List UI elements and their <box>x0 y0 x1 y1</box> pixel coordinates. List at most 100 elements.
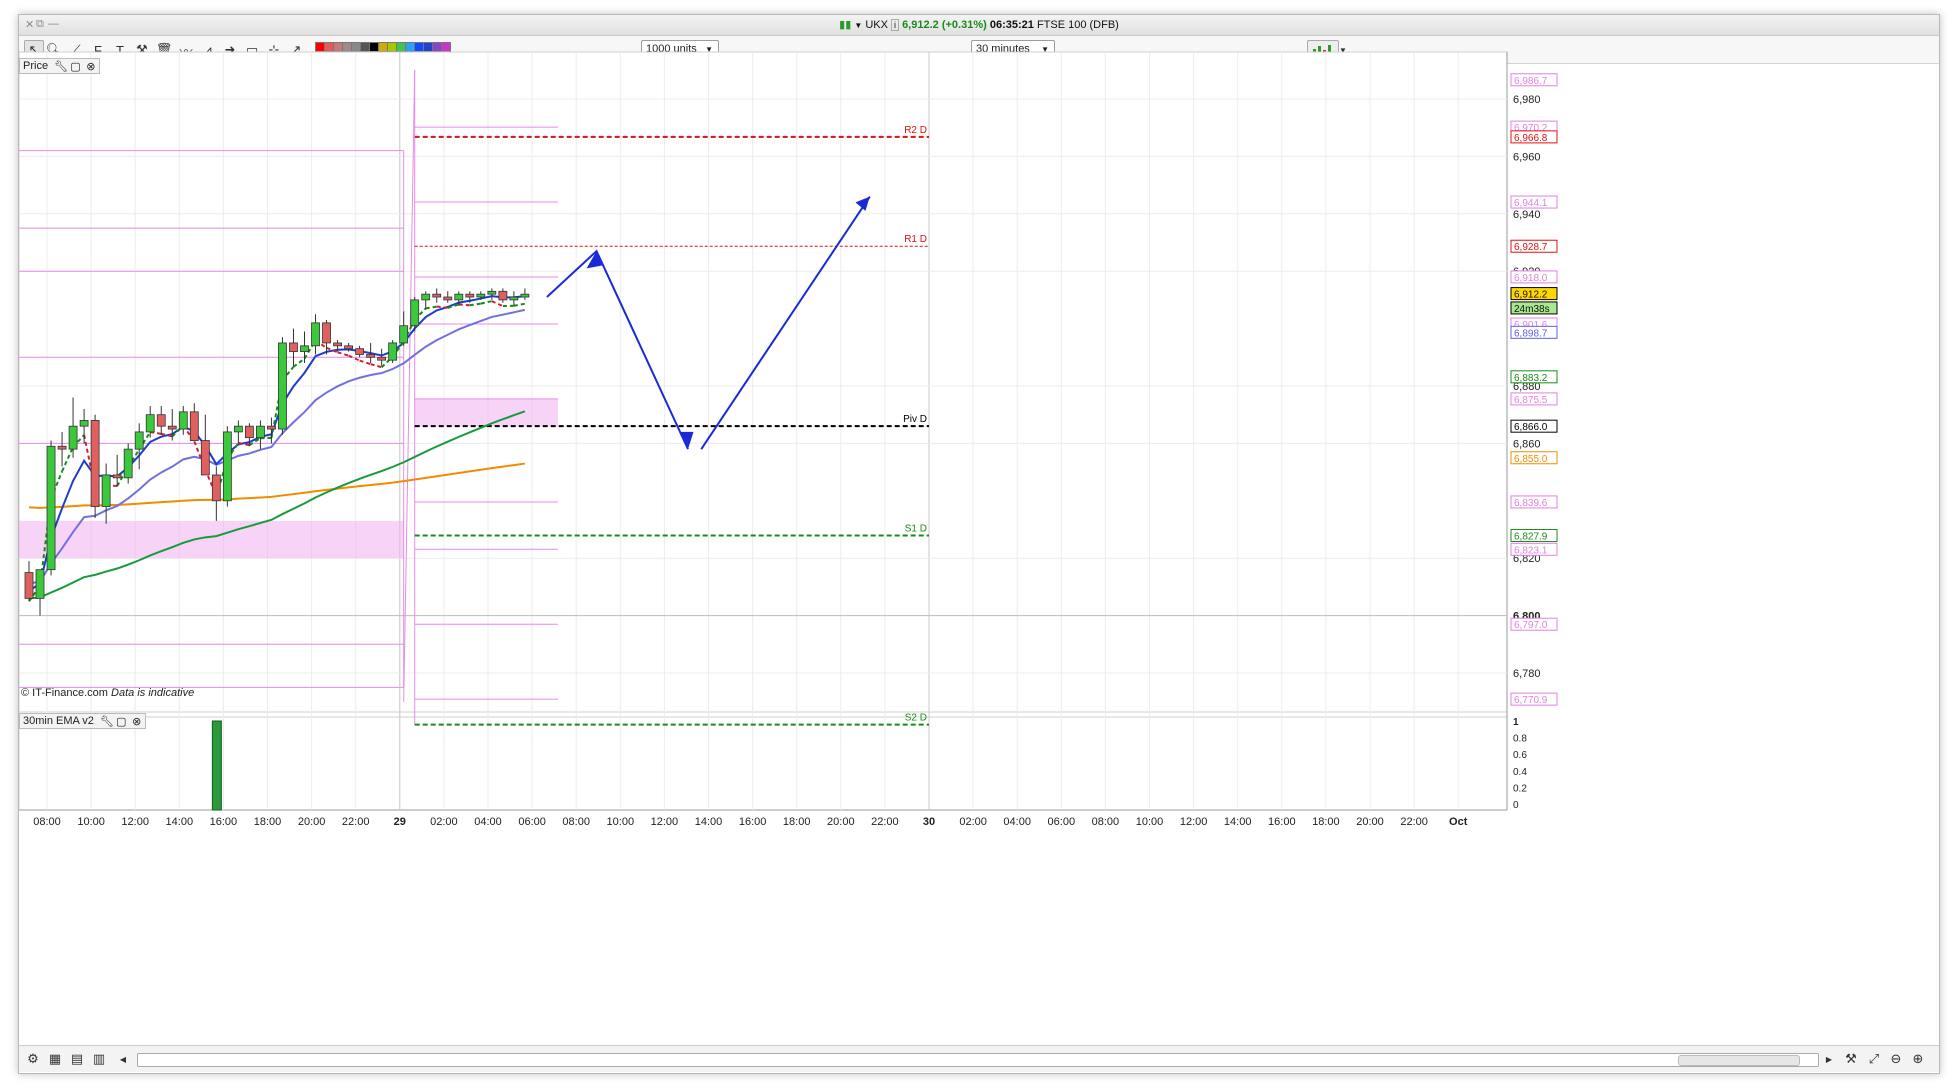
x-tick-label: 20:00 <box>1356 816 1384 828</box>
indicator-tick-label: 0.2 <box>1513 783 1527 794</box>
zoom-in-icon[interactable]: ⊕ <box>1908 1049 1928 1069</box>
candle-body <box>421 293 431 301</box>
copyright: © IT-Finance.com <box>21 687 108 699</box>
price-panel-name: Price <box>23 60 49 72</box>
candle-body <box>156 414 166 427</box>
x-tick-label: 18:00 <box>1312 816 1340 828</box>
close-icon[interactable]: ⊗ <box>86 60 96 73</box>
candle-body <box>465 293 475 298</box>
x-tick-label: 04:00 <box>1003 816 1031 828</box>
scroll-right-icon[interactable]: ▶ <box>1819 1049 1839 1069</box>
indicators-icon[interactable]: ▥ <box>89 1049 109 1069</box>
horizontal-scrollbar[interactable] <box>137 1053 1819 1067</box>
candle-body <box>443 296 453 301</box>
close-icon[interactable]: ⊗ <box>132 715 142 728</box>
candle-body <box>476 293 486 298</box>
x-tick-label: 22:00 <box>871 816 899 828</box>
axis-marker-label: 24m38s <box>1514 304 1550 315</box>
candle-body <box>498 290 508 301</box>
x-tick-label: 14:00 <box>695 816 723 828</box>
y-tick-label: 6,860 <box>1513 438 1541 450</box>
x-tick-label: 22:00 <box>342 816 370 828</box>
candle-body <box>355 348 365 355</box>
candle-body <box>134 431 144 450</box>
axis-marker-label: 6,898.7 <box>1514 328 1548 339</box>
scroll-left-icon[interactable]: ◀ <box>113 1049 133 1069</box>
x-tick-label: 02:00 <box>430 816 458 828</box>
candle-body <box>278 342 287 430</box>
price-panel-label[interactable]: Price 🔧︎ ▢ ⊗ <box>19 58 101 74</box>
candle-body <box>178 411 188 430</box>
pivot-label: Piv D <box>903 414 927 425</box>
x-tick-label: 08:00 <box>562 816 590 828</box>
candle-body <box>432 293 442 298</box>
axis-marker-label: 6,855.0 <box>1514 454 1548 465</box>
indicator-tick-label: 0.6 <box>1513 750 1527 761</box>
indicator-panel-label[interactable]: 30min EMA v2 🔧︎ ▢ ⊗ <box>19 713 147 729</box>
candle-body <box>509 296 519 301</box>
candle-body <box>46 445 56 571</box>
x-tick-label: Oct <box>1449 816 1468 828</box>
y-tick-label: 6,980 <box>1513 94 1541 106</box>
candle-body <box>311 322 320 347</box>
candle-body <box>344 345 353 350</box>
window-icon[interactable]: ▢ <box>116 715 126 728</box>
candle-body <box>366 354 376 358</box>
x-tick-label: 29 <box>394 816 406 828</box>
candle-body <box>35 569 45 599</box>
axis-marker-label: 6,827.9 <box>1514 532 1548 543</box>
wrench-icon[interactable]: 🔧︎ <box>54 60 68 73</box>
zoom-out-icon[interactable]: ⊖ <box>1886 1049 1906 1069</box>
candle-body <box>112 474 122 479</box>
candle-body <box>90 420 100 507</box>
axis-marker-label: 6,797.0 <box>1514 620 1548 631</box>
candle-body <box>454 293 464 301</box>
candle-body <box>24 572 34 599</box>
axis-marker-label: 6,823.1 <box>1514 545 1548 556</box>
candle-body <box>79 420 89 427</box>
candle-body <box>399 325 409 344</box>
candle-body <box>388 342 398 361</box>
chart-settings-icon[interactable]: ⚙ <box>23 1049 43 1069</box>
candle-body <box>101 474 111 507</box>
axis-marker-label: 6,944.1 <box>1514 198 1548 209</box>
x-tick-label: 22:00 <box>1400 816 1428 828</box>
template-icon[interactable]: ▤ <box>67 1049 87 1069</box>
pivot-label: R2 D <box>904 125 927 136</box>
scrollbar-thumb[interactable] <box>1678 1055 1800 1066</box>
candle-body <box>233 425 243 433</box>
x-tick-label: 16:00 <box>739 816 767 828</box>
pivot-label: R1 D <box>904 234 927 245</box>
indicator-tick-label: 0 <box>1513 800 1519 811</box>
bottom-bar: ⚙ ▦ ▤ ▥ ◀ ▶ ⚒ ⤢ ⊖ ⊕ <box>19 1045 1939 1072</box>
value-area-band <box>414 398 558 427</box>
axis-marker-label: 6,928.7 <box>1514 242 1548 253</box>
x-tick-label: 08:00 <box>33 816 61 828</box>
x-tick-label: 08:00 <box>1092 816 1120 828</box>
candle-body <box>222 431 232 502</box>
chart-canvas[interactable]: 08:00 10:00 12:00 14:00 16:00 18:00 20:00 22:00… <box>19 15 1939 1045</box>
x-tick-label: 30 <box>923 816 935 828</box>
axis-marker-label: 6,875.5 <box>1514 395 1548 406</box>
chart-tools-icon[interactable]: ⚒ <box>1841 1049 1861 1069</box>
x-tick-label: 12:00 <box>121 816 149 828</box>
indicator-tick-label: 0.8 <box>1513 734 1527 745</box>
axis-marker-label: 6,770.9 <box>1514 695 1548 706</box>
candle-body <box>200 440 210 476</box>
indicator-bar <box>211 720 222 811</box>
layout-icon[interactable]: ▦ <box>45 1049 65 1069</box>
zoom-fit-icon[interactable]: ⤢ <box>1864 1049 1884 1069</box>
candle-body <box>244 425 254 439</box>
window-icon[interactable]: ▢ <box>70 60 80 73</box>
axis-marker-label: 6,866.0 <box>1514 422 1548 433</box>
candle-body <box>377 356 387 361</box>
candle-body <box>123 448 133 479</box>
wrench-icon[interactable]: 🔧︎ <box>100 715 114 728</box>
x-tick-label: 02:00 <box>959 816 987 828</box>
axis-marker-label: 6,839.6 <box>1514 498 1548 509</box>
candle-body <box>211 474 221 502</box>
indicator-tick-label: 0.4 <box>1513 767 1527 778</box>
x-tick-label: 14:00 <box>1224 816 1252 828</box>
axis-marker-label: 6,986.7 <box>1514 76 1548 87</box>
indicator-plot-area <box>19 716 1508 811</box>
